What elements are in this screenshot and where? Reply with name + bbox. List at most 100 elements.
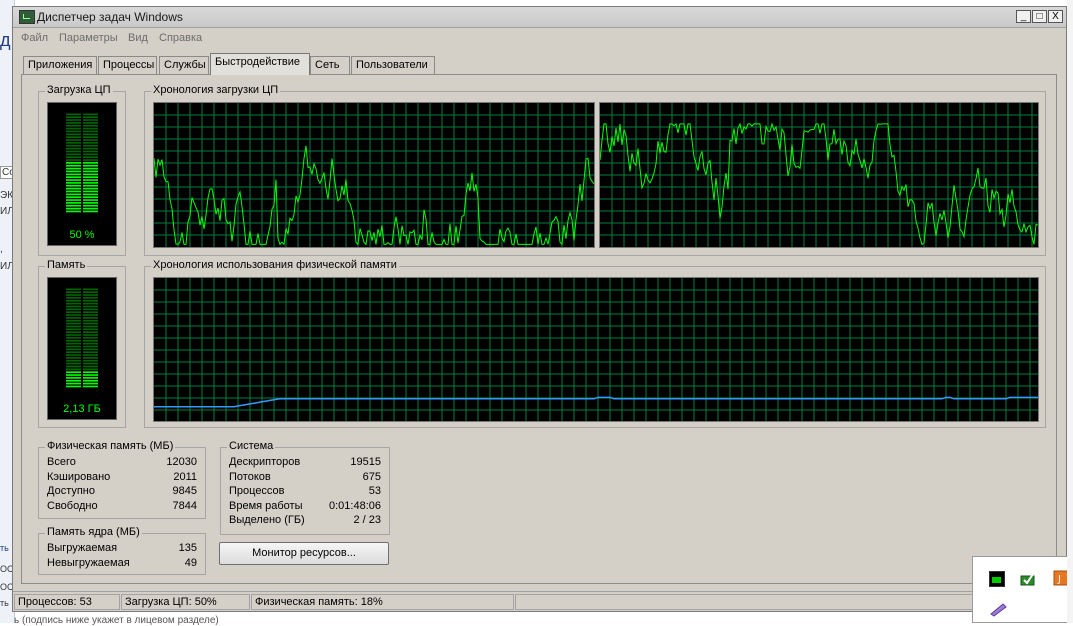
meter-segment (66, 190, 81, 193)
close-button[interactable]: X (1048, 10, 1063, 23)
meter-segment (83, 182, 98, 184)
meter-segment (66, 379, 81, 382)
minimize-button[interactable]: _ (1016, 10, 1031, 23)
meter-segment (83, 334, 98, 336)
physical-memory-available-label: Доступно (47, 485, 96, 497)
meter-segment (66, 187, 81, 190)
title-bar[interactable]: Диспетчер задач Windows _ □ X (13, 7, 1066, 28)
meter-segment (66, 334, 81, 336)
meter-segment (66, 359, 81, 362)
meter-segment (66, 116, 81, 119)
meter-segment (66, 133, 81, 136)
meter-segment (83, 371, 98, 374)
tab-applications[interactable]: Приложения (23, 56, 97, 74)
meter-segment (83, 359, 98, 362)
meter-segment (66, 142, 81, 144)
kernel-memory-title: Память ядра (МБ) (45, 526, 142, 538)
meter-segment (83, 305, 98, 308)
meter-segment (66, 319, 81, 322)
resource-monitor-button[interactable]: Монитор ресурсов... (219, 542, 389, 565)
meter-segment (83, 164, 98, 167)
meter-segment (83, 308, 98, 311)
meter-segment (66, 302, 81, 305)
meter-segment (83, 193, 98, 196)
status-processes: Процессов: 53 (14, 594, 120, 610)
menu-help[interactable]: Справка (159, 32, 202, 44)
meter-segment (83, 348, 98, 351)
meter-segment (66, 144, 81, 147)
meter-segment (83, 204, 98, 207)
meter-segment (83, 127, 98, 130)
meter-segment (66, 339, 81, 342)
meter-segment (66, 176, 81, 179)
cpu-usage-group: Загрузка ЦП 50 % (38, 84, 126, 256)
meter-segment (83, 322, 98, 325)
meter-segment (83, 297, 98, 299)
system-uptime-label: Время работы (229, 500, 303, 512)
kernel-memory-paged-value: 135 (178, 542, 197, 554)
meter-segment (83, 379, 98, 382)
memory-history-chart (154, 278, 1038, 421)
meter-segment (83, 365, 98, 368)
memory-value: 2,13 ГБ (63, 403, 101, 415)
meter-segment (66, 124, 81, 127)
physical-memory-total-label: Всего (47, 456, 76, 468)
tab-users[interactable]: Пользователи (351, 56, 435, 74)
pen-tray-icon[interactable] (989, 601, 1007, 617)
meter-segment (66, 193, 81, 196)
tab-processes[interactable]: Процессы (98, 56, 157, 74)
meter-segment (66, 150, 81, 153)
meter-segment (83, 190, 98, 193)
network-tray-icon[interactable] (1020, 570, 1035, 586)
meter-segment (83, 331, 98, 334)
menu-file[interactable]: Файл (21, 32, 48, 44)
meter-segment (83, 319, 98, 322)
system-uptime-value: 0:01:48:06 (329, 500, 381, 512)
task-manager-tray-icon[interactable] (989, 571, 1005, 587)
cpu-history-group: Хронология загрузки ЦП (144, 84, 1046, 256)
system-threads-label: Потоков (229, 471, 271, 483)
meter-segment (66, 345, 81, 348)
meter-segment (83, 345, 98, 348)
meter-segment (83, 317, 98, 319)
meter-segment (66, 325, 81, 328)
meter-segment (66, 322, 81, 325)
system-processes-label: Процессов (229, 485, 285, 497)
meter-segment (66, 331, 81, 334)
meter-segment (83, 314, 98, 316)
meter-segment (83, 199, 98, 201)
menu-options[interactable]: Параметры (59, 32, 118, 44)
physical-memory-free-value: 7844 (172, 500, 197, 512)
memory-label: Память (45, 259, 88, 271)
maximize-button[interactable]: □ (1032, 10, 1047, 23)
menu-view[interactable]: Вид (128, 32, 148, 44)
background-fragment: , (0, 244, 3, 255)
meter-segment (66, 147, 81, 150)
meter-segment (66, 351, 81, 354)
meter-segment (66, 348, 81, 351)
tab-network[interactable]: Сеть (310, 56, 350, 74)
meter-segment (83, 133, 98, 136)
meter-segment (83, 119, 98, 121)
meter-segment (83, 179, 98, 181)
meter-segment (83, 159, 98, 161)
memory-meter-bars (66, 288, 98, 388)
meter-segment (83, 184, 98, 187)
java-tray-icon[interactable]: J (1053, 570, 1069, 586)
meter-segment (83, 167, 98, 170)
meter-segment (83, 357, 98, 359)
meter-segment (66, 294, 81, 296)
meter-segment (83, 202, 98, 204)
meter-segment (66, 156, 81, 159)
tab-performance[interactable]: Быстродействие (210, 53, 310, 75)
cpu-history-graph-core-1 (153, 102, 595, 248)
meter-segment (83, 153, 98, 156)
cpu-usage-meter: 50 % (47, 102, 117, 246)
tab-services[interactable]: Службы (159, 56, 209, 74)
meter-segment (66, 210, 81, 213)
kernel-memory-paged-label: Выгружаемая (47, 542, 118, 554)
meter-segment (66, 173, 81, 176)
status-bar: Процессов: 53 Загрузка ЦП: 50% Физическа… (13, 591, 1066, 612)
meter-segment (83, 130, 98, 133)
meter-segment (66, 196, 81, 199)
